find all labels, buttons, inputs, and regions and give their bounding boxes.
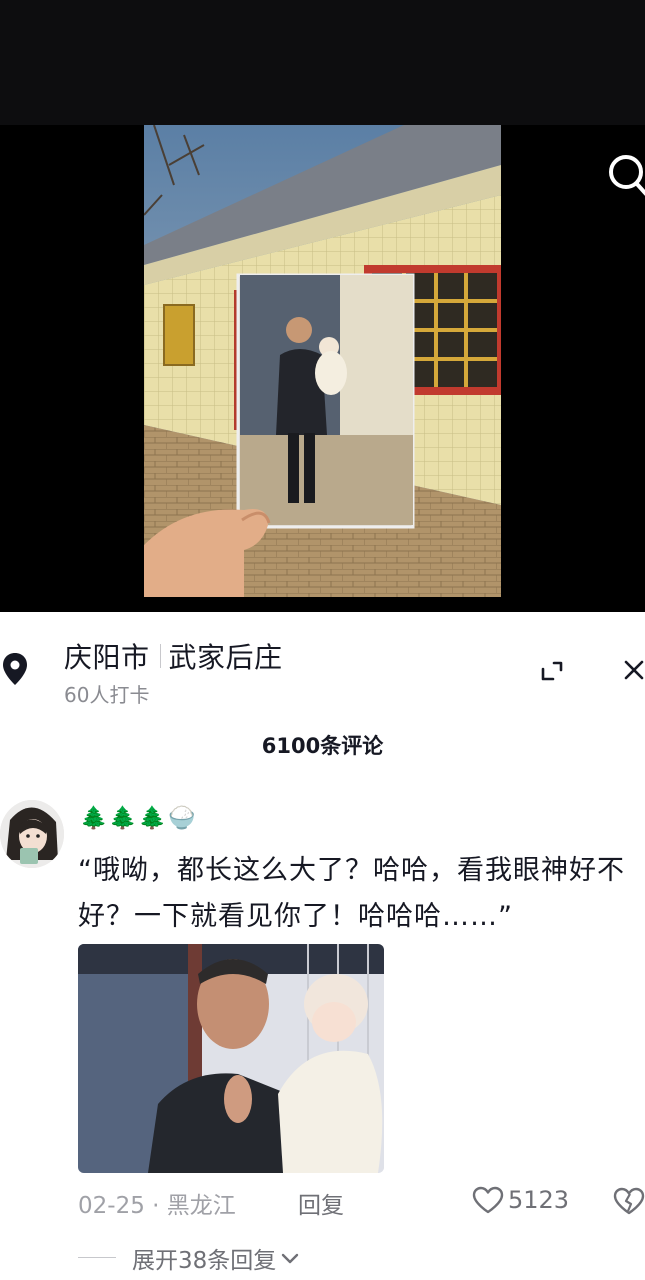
expand-divider [78,1257,116,1258]
collapse-button[interactable] [538,657,566,685]
comment-image[interactable] [78,944,384,1173]
location-pin-icon [2,652,28,686]
video-scene-image [144,125,501,597]
video-frame [144,125,501,597]
location-city: 庆阳市 [64,641,150,674]
location-checkin-count: 60人打卡 [64,683,150,707]
like-button[interactable]: 5123 [472,1186,569,1214]
chevron-down-icon [282,1253,299,1264]
location-separator [159,644,161,668]
comment-count-title: 6100条评论 [261,734,384,758]
location-place: 武家后庄 [168,641,283,674]
comment-meta: 02-25 · 黑龙江 [78,1186,236,1220]
comment-region: 黑龙江 [166,1193,236,1219]
like-count: 5123 [508,1186,570,1214]
expand-replies-label: 展开38条回复 [132,1248,277,1274]
comment-text: “哦呦，都长这么大了？哈哈，看我眼神好不好？一下就看见你了！哈哈哈……” [78,855,625,932]
meta-dot: · [152,1193,167,1219]
avatar[interactable] [0,800,64,868]
expand-replies-button[interactable]: 展开38条回复 [132,1241,300,1275]
comment-username[interactable]: 🌲🌲🌲🍚 [80,806,198,831]
search-button[interactable] [600,148,645,200]
collapse-icon [541,661,563,681]
close-icon [624,660,644,680]
avatar-image [0,800,64,868]
reply-button[interactable]: 回复 [298,1186,344,1220]
video-top-letterbox [0,0,645,125]
video-player[interactable] [0,0,645,612]
close-button[interactable] [620,656,645,684]
broken-heart-icon [613,1187,645,1215]
comment-date: 02-25 [78,1193,145,1219]
dislike-button[interactable] [612,1186,645,1216]
location-title[interactable]: 庆阳市 武家后庄 [64,636,283,676]
comment-photo [78,944,384,1173]
heart-icon [472,1186,504,1214]
search-icon [609,155,645,196]
